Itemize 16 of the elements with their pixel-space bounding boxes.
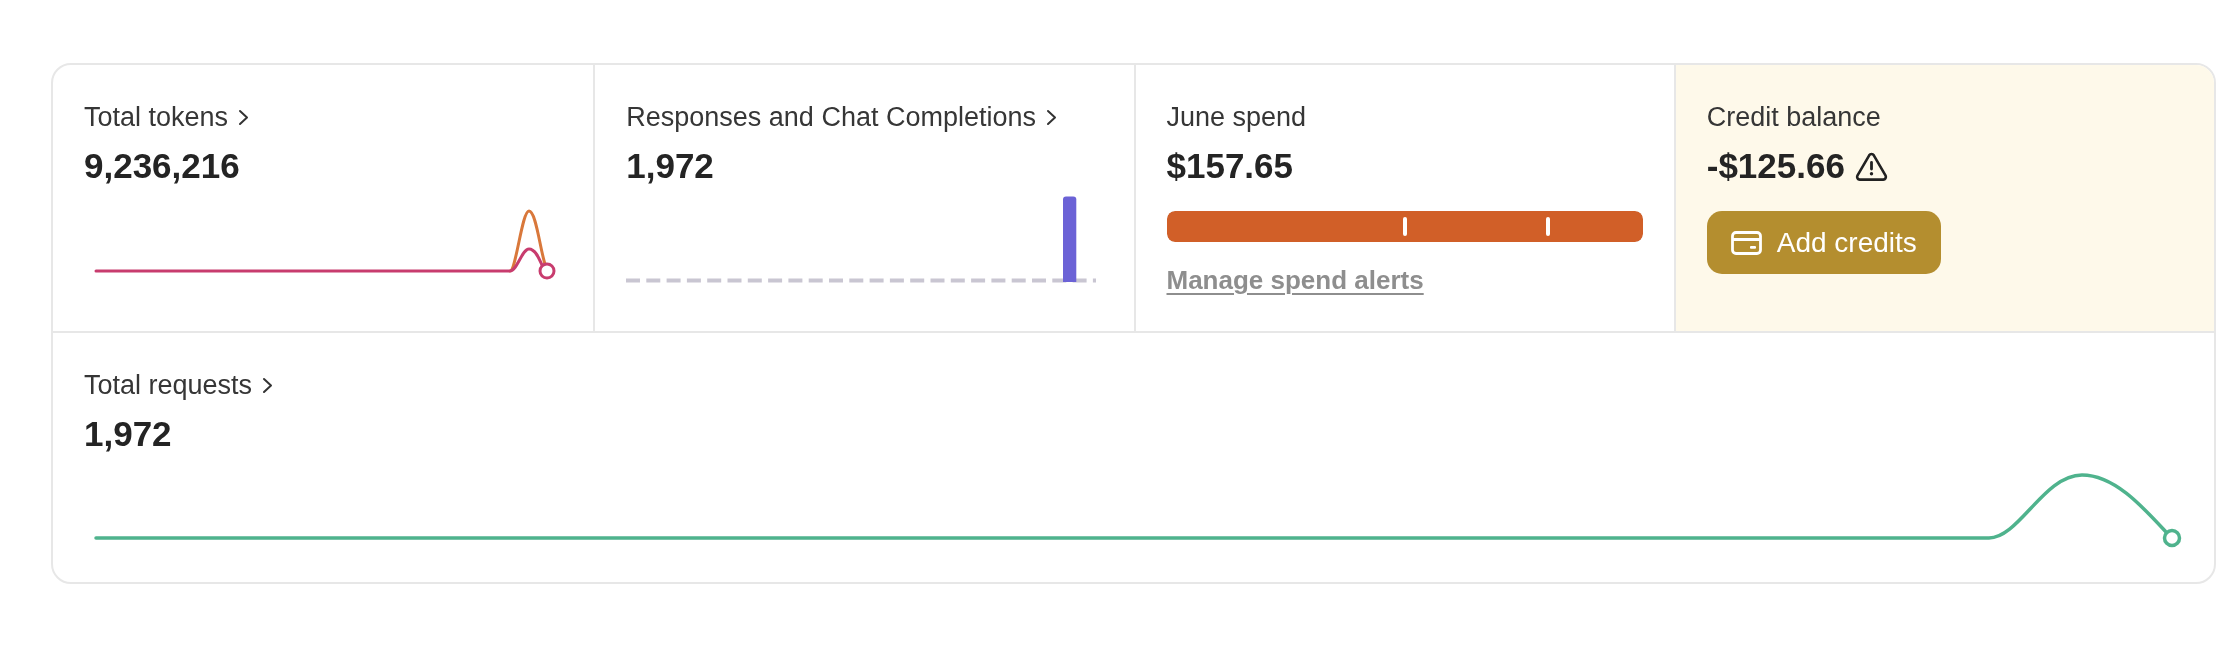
credit-card-icon bbox=[1730, 230, 1762, 255]
metric-value: 9,236,216 bbox=[84, 145, 240, 187]
metric-title-link[interactable]: Responses and Chat Completions bbox=[626, 101, 1057, 133]
metric-title: June spend bbox=[1166, 101, 1307, 133]
metric-title: Credit balance bbox=[1706, 101, 1881, 133]
metric-title-link[interactable]: Total tokens bbox=[84, 101, 250, 133]
chevron-right-icon bbox=[1046, 108, 1057, 126]
threshold-marker bbox=[1545, 217, 1550, 236]
threshold-marker bbox=[1402, 217, 1407, 236]
metric-value: $157.65 bbox=[1166, 145, 1294, 187]
chevron-right-icon bbox=[238, 108, 250, 126]
metric-title-link[interactable]: Total requests bbox=[84, 369, 274, 401]
metric-value: 1,972 bbox=[626, 145, 714, 187]
chevron-right-icon bbox=[262, 376, 274, 394]
metric-value: -$125.66 bbox=[1706, 145, 1845, 187]
metric-value: 1,972 bbox=[84, 413, 172, 455]
